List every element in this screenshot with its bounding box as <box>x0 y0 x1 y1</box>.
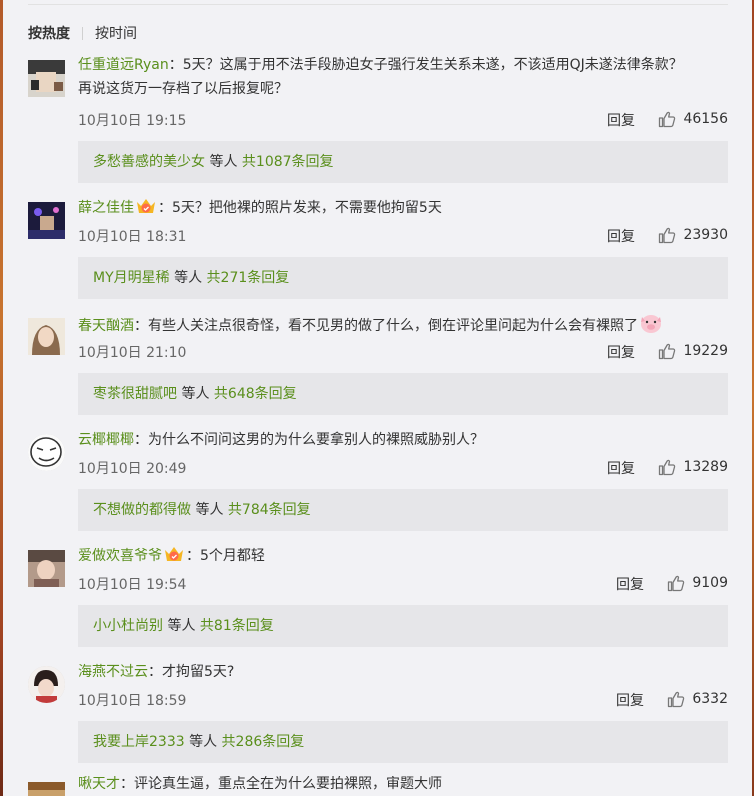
like-button[interactable]: 46156 <box>658 110 728 128</box>
vip-crown-badge-icon <box>135 196 157 224</box>
reply-button[interactable]: 回复 <box>607 342 635 362</box>
comment-username[interactable]: 海燕不过云 <box>78 664 148 680</box>
comment-username[interactable]: 任重道远Ryan <box>78 57 169 73</box>
avatar[interactable] <box>28 318 65 355</box>
comment-username[interactable]: 云椰椰椰 <box>78 432 134 448</box>
left-edge-strip <box>0 0 3 796</box>
reply-mid-text: 等人 <box>184 734 222 750</box>
comment-text: 春天酗酒：有些人关注点很奇怪，看不见男的做了什么，倒在评论里问起为什么会有裸照了 <box>78 312 730 342</box>
reply-button[interactable]: 回复 <box>616 690 644 710</box>
comment-username[interactable]: 薛之佳佳 <box>78 200 134 216</box>
reply-count-link[interactable]: 共784条回复 <box>228 502 311 518</box>
like-button[interactable]: 6332 <box>667 690 728 708</box>
like-count: 19229 <box>683 343 728 359</box>
comment-body: ：才拘留5天? <box>148 664 235 680</box>
pig-emoji-icon <box>639 312 663 342</box>
avatar[interactable] <box>28 434 65 471</box>
comment-meta: 10月10日 20:49 回复 13289 <box>78 458 728 478</box>
thumbs-up-icon <box>658 110 676 128</box>
comment-username[interactable]: 春天酗酒 <box>78 318 134 334</box>
reply-button[interactable]: 回复 <box>607 110 635 130</box>
comment-text: 任重道远Ryan：5天？这属于用不法手段胁迫女子强行发生关系未遂，不该适用QJ未… <box>78 53 730 101</box>
comment-text: 海燕不过云：才拘留5天? <box>78 660 730 684</box>
reply-summary[interactable]: 多愁善感的美少女 等人 共1087条回复 <box>78 141 728 183</box>
comment-meta: 10月10日 21:10 回复 19229 <box>78 342 728 362</box>
comment-meta: 10月10日 18:31 回复 23930 <box>78 226 728 246</box>
comment-date: 10月10日 18:59 <box>78 693 187 709</box>
comment-meta: 10月10日 18:59 回复 6332 <box>78 690 728 710</box>
comment-username[interactable]: 爱做欢喜爷爷 <box>78 548 162 564</box>
reply-user[interactable]: 我要上岸2333 <box>93 734 185 750</box>
avatar[interactable] <box>28 202 65 239</box>
avatar[interactable] <box>28 550 65 587</box>
reply-user[interactable]: 不想做的都得做 <box>93 502 191 518</box>
vip-crown-badge-icon <box>163 544 185 572</box>
comment-date: 10月10日 19:54 <box>78 577 187 593</box>
like-button[interactable]: 23930 <box>658 226 728 244</box>
comment-meta: 10月10日 19:54 回复 9109 <box>78 574 728 594</box>
reply-mid-text: 等人 <box>177 386 214 402</box>
reply-count-link[interactable]: 共81条回复 <box>200 618 274 634</box>
sort-separator <box>82 26 83 40</box>
avatar[interactable] <box>28 782 65 796</box>
reply-mid-text: 等人 <box>205 154 242 170</box>
thumbs-up-icon <box>667 690 685 708</box>
comment-date: 10月10日 21:10 <box>78 345 187 361</box>
comment-text: 云椰椰椰：为什么不问问这男的为什么要拿别人的裸照威胁别人？ <box>78 428 730 452</box>
reply-user[interactable]: 多愁善感的美少女 <box>93 154 205 170</box>
comment-body: ：5天？把他裸的照片发来，不需要他拘留5天 <box>158 200 442 216</box>
comment-date: 10月10日 19:15 <box>78 113 187 129</box>
like-button[interactable]: 9109 <box>667 574 728 592</box>
reply-summary[interactable]: MY月明星稀 等人 共271条回复 <box>78 257 728 299</box>
thumbs-up-icon <box>658 342 676 360</box>
reply-mid-text: 等人 <box>191 502 228 518</box>
sort-by-time-tab[interactable]: 按时间 <box>95 23 137 43</box>
like-button[interactable]: 19229 <box>658 342 728 360</box>
like-button[interactable]: 13289 <box>658 458 728 476</box>
like-count: 6332 <box>692 691 728 707</box>
sort-by-hot-tab[interactable]: 按热度 <box>28 23 70 43</box>
reply-summary[interactable]: 小小杜尚别 等人 共81条回复 <box>78 605 728 647</box>
like-count: 13289 <box>683 459 728 475</box>
reply-summary[interactable]: 枣茶很甜腻吧 等人 共648条回复 <box>78 373 728 415</box>
avatar[interactable] <box>28 60 65 97</box>
thumbs-up-icon <box>667 574 685 592</box>
reply-summary[interactable]: 不想做的都得做 等人 共784条回复 <box>78 489 728 531</box>
reply-count-link[interactable]: 共1087条回复 <box>242 154 334 170</box>
reply-button[interactable]: 回复 <box>616 574 644 594</box>
comment-body: ：5天？这属于用不法手段胁迫女子强行发生关系未遂，不该适用QJ未遂法律条款？ <box>168 57 683 73</box>
comment-date: 10月10日 20:49 <box>78 461 187 477</box>
reply-user[interactable]: 枣茶很甜腻吧 <box>93 386 177 402</box>
avatar[interactable] <box>28 666 65 703</box>
sort-bar: 按热度 按时间 <box>28 24 137 42</box>
thumbs-up-icon <box>658 226 676 244</box>
comment-text: 爱做欢喜爷爷 ：5个月都轻 <box>78 544 730 572</box>
like-count: 46156 <box>683 111 728 127</box>
comment-body: ：5个月都轻 <box>186 548 265 564</box>
comment-body-line2: 再说这货万一存档了以后报复呢？ <box>78 81 288 97</box>
comment-date: 10月10日 18:31 <box>78 229 187 245</box>
divider <box>28 4 728 5</box>
reply-mid-text: 等人 <box>169 270 207 286</box>
reply-count-link[interactable]: 共286条回复 <box>222 734 305 750</box>
comment-body: ：有些人关注点很奇怪，看不见男的做了什么，倒在评论里问起为什么会有裸照了 <box>134 318 638 334</box>
like-count: 9109 <box>692 575 728 591</box>
like-count: 23930 <box>683 227 728 243</box>
comment-body: ：评论真生逼，重点全在为什么要拍裸照，审题大师 <box>120 776 442 792</box>
reply-count-link[interactable]: 共648条回复 <box>214 386 297 402</box>
comment-username[interactable]: 啾天才 <box>78 776 120 792</box>
comment-meta: 10月10日 19:15 回复 46156 <box>78 110 728 130</box>
reply-button[interactable]: 回复 <box>607 226 635 246</box>
reply-summary[interactable]: 我要上岸2333 等人 共286条回复 <box>78 721 728 763</box>
reply-button[interactable]: 回复 <box>607 458 635 478</box>
reply-user[interactable]: MY月明星稀 <box>93 270 170 286</box>
thumbs-up-icon <box>658 458 676 476</box>
comment-text: 啾天才：评论真生逼，重点全在为什么要拍裸照，审题大师 <box>78 776 730 796</box>
reply-user[interactable]: 小小杜尚别 <box>93 618 163 634</box>
comment-item: 啾天才：评论真生逼，重点全在为什么要拍裸照，审题大师 <box>0 776 754 796</box>
reply-mid-text: 等人 <box>163 618 200 634</box>
comment-body: ：为什么不问问这男的为什么要拿别人的裸照威胁别人？ <box>134 432 484 448</box>
reply-count-link[interactable]: 共271条回复 <box>207 270 290 286</box>
comment-text: 薛之佳佳 ：5天？把他裸的照片发来，不需要他拘留5天 <box>78 196 730 224</box>
